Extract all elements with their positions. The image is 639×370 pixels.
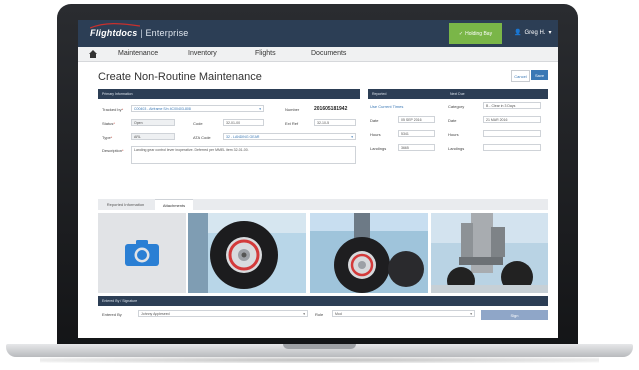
app-logo[interactable]: Flightdocs | Enterprise <box>90 28 188 38</box>
ata-code-label: ATA Code <box>193 135 211 140</box>
holding-bay-button[interactable]: ✓ Holding Bay <box>449 23 502 44</box>
entered-by-select[interactable]: Johnny Appleseed ▾ <box>138 310 308 317</box>
next-due-header: Next Due <box>446 89 548 99</box>
nav-inventory[interactable]: Inventory <box>188 50 217 57</box>
caret-down-icon: ▾ <box>548 30 552 36</box>
tracked-by-select[interactable]: C00403 - Airframe S/n 4C00403-808 ▾ <box>131 105 264 112</box>
type-label: Type* <box>102 135 113 140</box>
user-icon: 👤 <box>514 30 522 36</box>
main-nav: Maintenance Inventory Flights Documents <box>78 47 558 62</box>
next-due-date-label: Date <box>448 118 457 123</box>
laptop-notch <box>283 344 356 349</box>
ata-code-value: 32 - LANDING GEAR <box>226 135 260 139</box>
role-value: Mod <box>335 312 342 316</box>
chevron-down-icon: ▾ <box>259 107 261 111</box>
role-select[interactable]: Mod ▾ <box>332 310 475 317</box>
app-screen: Flightdocs | Enterprise ✓ Holding Bay 👤 … <box>78 20 558 338</box>
attachment-photo[interactable] <box>310 213 428 293</box>
description-label: Description* <box>102 148 124 153</box>
entered-by-header: Entered By / Signature <box>98 296 548 306</box>
ata-code-select[interactable]: 32 - LANDING GEAR ▾ <box>223 133 356 140</box>
entered-by-value: Johnny Appleseed <box>141 312 170 316</box>
next-due-hours-field[interactable] <box>483 130 541 137</box>
next-due-landings-label: Landings <box>448 146 465 151</box>
chevron-down-icon: ▾ <box>470 312 472 316</box>
code-field[interactable]: 32-01-00 <box>223 119 264 126</box>
type-field[interactable]: ARL <box>131 133 175 140</box>
brand-name: Flightdocs <box>90 28 138 38</box>
reported-date-field[interactable]: 05 SEP 2016 <box>398 116 435 123</box>
user-name: Greg H. <box>524 29 546 36</box>
tracked-by-value: C00403 - Airframe S/n 4C00403-808 <box>134 107 191 111</box>
user-menu[interactable]: 👤 Greg H. ▾ <box>514 29 552 37</box>
category-label: Category <box>448 104 465 109</box>
reported-landings-label: Landings <box>370 146 387 151</box>
reported-date-label: Date <box>370 118 379 123</box>
camera-icon[interactable] <box>124 239 160 267</box>
number-label: Number <box>285 107 300 112</box>
reported-landings-field[interactable]: 3665 <box>398 144 435 151</box>
attachment-photo[interactable] <box>188 213 306 293</box>
brand-product: Enterprise <box>145 28 189 38</box>
entered-by-label: Entered By <box>102 312 122 317</box>
use-current-times-link[interactable]: Use Current Times <box>370 104 403 109</box>
tab-reported-information[interactable]: Reported Information <box>98 199 153 210</box>
status-field[interactable]: Open <box>131 119 175 126</box>
brand-separator: | <box>140 28 143 38</box>
nav-maintenance[interactable]: Maintenance <box>118 50 158 57</box>
home-icon[interactable] <box>88 49 98 59</box>
primary-info-header: Primary Information <box>98 89 360 99</box>
category-field[interactable]: B - Clear in 3 Days <box>483 102 541 109</box>
chevron-down-icon: ▾ <box>303 312 305 316</box>
nav-flights[interactable]: Flights <box>255 50 276 57</box>
next-due-landings-field[interactable] <box>483 144 541 151</box>
save-button[interactable]: Save <box>531 70 548 80</box>
nav-documents[interactable]: Documents <box>311 50 346 57</box>
ext-ref-field[interactable]: 32-10-5 <box>314 119 356 126</box>
check-circle-icon: ✓ <box>458 30 464 37</box>
reported-header: Reported <box>368 89 446 99</box>
holding-bay-label: Holding Bay <box>465 30 493 37</box>
role-label: Role <box>315 312 324 317</box>
reported-hours-field[interactable]: 5341 <box>398 130 435 137</box>
number-value: 201605181942 <box>314 106 348 112</box>
next-due-hours-label: Hours <box>448 132 459 137</box>
attachment-photo[interactable] <box>431 213 548 293</box>
ext-ref-label: Ext Ref <box>285 121 299 126</box>
laptop-shadow <box>40 357 599 363</box>
top-bar: Flightdocs | Enterprise ✓ Holding Bay 👤 … <box>78 20 558 47</box>
cancel-button[interactable]: Cancel <box>511 70 530 82</box>
status-label: Status* <box>102 121 115 126</box>
reported-hours-label: Hours <box>370 132 381 137</box>
chevron-down-icon: ▾ <box>351 135 353 139</box>
page-title: Create Non-Routine Maintenance <box>98 71 262 83</box>
screen-footer <box>78 326 558 338</box>
tracked-by-label: Tracked by* <box>102 107 124 112</box>
description-textarea[interactable]: Landing gear control lever inoperative. … <box>131 146 356 164</box>
code-label: Code <box>193 121 203 126</box>
sign-button[interactable]: Sign <box>481 310 548 320</box>
next-due-date-field[interactable]: 21 MAR 2016 <box>483 116 541 123</box>
